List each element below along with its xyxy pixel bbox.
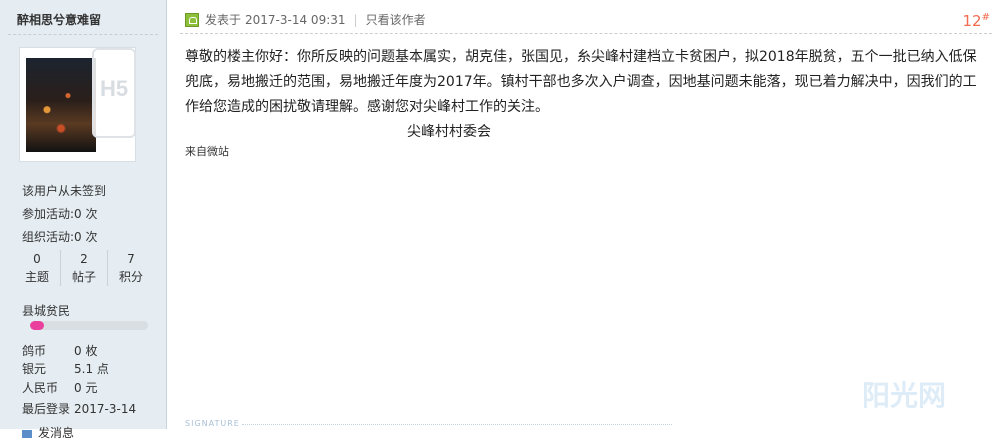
send-message-label: 发消息 (38, 426, 75, 440)
field-value: 2017-3-14 (74, 402, 137, 416)
h5-badge: H5 (100, 76, 129, 101)
floor-number-link[interactable]: 12# (963, 12, 990, 30)
signature-divider (242, 424, 672, 425)
floor-number: 12 (962, 12, 982, 30)
post-signoff: 尖峰村村委会 (407, 124, 491, 140)
field-rmb: 人民币 0 元 (22, 379, 97, 396)
stat-points[interactable]: 7 积分 (107, 250, 154, 286)
posted-prefix: 发表于 (205, 13, 242, 27)
field-last-login: 最后登录 2017-3-14 (22, 400, 136, 417)
site-watermark: 阳光网 (862, 379, 947, 412)
author-only-link[interactable]: 只看该作者 (366, 11, 426, 28)
field-key: 银元 (22, 362, 47, 376)
user-stats: 0 主题 2 帖子 7 积分 (14, 250, 154, 286)
activities-organized: 组织活动:0 次 (22, 230, 98, 244)
stat-threads-value: 0 (33, 252, 41, 266)
field-value: 0 枚 (74, 344, 98, 358)
field-value: 0 元 (74, 381, 98, 395)
message-icon (22, 429, 32, 438)
posted-time: 2017-3-14 09:31 (245, 12, 346, 27)
post-status-icon (185, 12, 199, 27)
stat-points-label: 积分 (118, 270, 143, 284)
floor-mark: # (981, 12, 990, 23)
stat-threads-label: 主题 (24, 270, 49, 284)
stat-points-value: 7 (127, 252, 135, 266)
mobile-phone-icon: H5 (92, 48, 136, 138)
stat-posts-value: 2 (80, 252, 88, 266)
field-key: 最后登录 (22, 402, 71, 416)
signin-status: 该用户从未签到 (22, 184, 107, 198)
field-silver: 银元 5.1 点 (22, 360, 109, 377)
field-key: 人民币 (22, 381, 59, 395)
avatar-photo (26, 58, 96, 152)
post-header: 发表于 2017-3-14 09:31 | 只看该作者 (185, 11, 426, 28)
user-level[interactable]: 县城贫民 (22, 302, 70, 319)
avatar[interactable]: H5 (19, 47, 136, 162)
activities-joined: 参加活动:0 次 (22, 207, 98, 221)
post-paragraph: 尊敬的楼主你好：你所反映的问题基本属实，胡克佳，张国见，糸尖峰村建档立卡贫困户，… (185, 49, 977, 115)
user-sidebar: 醉相思兮意难留 H5 该用户从未签到 参加活动:0 次 组织活动:0 次 0 主… (0, 0, 167, 440)
level-progress-bar (30, 321, 148, 330)
field-key: 鸽币 (22, 344, 47, 358)
post-content: 尊敬的楼主你好：你所反映的问题基本属实，胡克佳，张国见，糸尖峰村建档立卡贫困户，… (185, 45, 985, 145)
signature-label: SIGNATURE (185, 419, 240, 428)
stat-posts-label: 帖子 (71, 270, 96, 284)
stat-posts[interactable]: 2 帖子 (60, 250, 107, 286)
header-divider (180, 33, 992, 34)
send-message-link[interactable]: 发消息 (22, 424, 74, 441)
divider (8, 34, 158, 35)
field-pigeon-coins: 鸽币 0 枚 (22, 342, 97, 359)
level-progress-fill (30, 321, 45, 330)
header-separator: | (353, 12, 358, 27)
field-value: 5.1 点 (74, 362, 109, 376)
post-source[interactable]: 来自微站 (185, 143, 229, 159)
stat-threads[interactable]: 0 主题 (14, 250, 60, 286)
username-link[interactable]: 醉相思兮意难留 (17, 11, 101, 28)
